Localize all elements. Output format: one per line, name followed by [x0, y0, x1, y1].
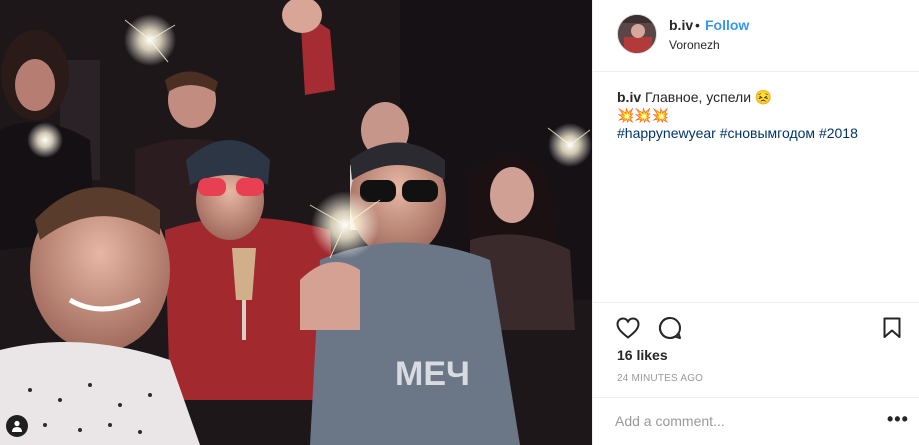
post-header: b.iv • Follow Voronezh [593, 0, 919, 72]
header-username[interactable]: b.iv [669, 17, 693, 33]
user-tag-button[interactable] [6, 415, 28, 437]
party-selfie-image: МЕЧ [0, 0, 592, 445]
header-separator: • [695, 17, 700, 33]
hashtag-link[interactable]: #happynewyear [617, 125, 716, 141]
location-link[interactable]: Voronezh [669, 38, 720, 52]
avatar[interactable] [617, 14, 657, 54]
post-caption: b.iv Главное, успели 😣 💥💥💥 #happynewyear… [617, 88, 897, 142]
heart-icon [616, 317, 640, 339]
comment-bubble-icon [658, 316, 681, 339]
post-photo[interactable]: МЕЧ [0, 0, 592, 445]
post-timestamp[interactable]: 24 MINUTES AGO [617, 373, 703, 384]
svg-text:МЕЧ: МЕЧ [395, 355, 470, 393]
caption-emoji-line: 💥💥💥 [617, 107, 670, 123]
avatar-image [618, 15, 656, 53]
instagram-post: МЕЧ b.iv • Follow Voronezh b.iv Главное,… [0, 0, 919, 445]
post-side-panel: b.iv • Follow Voronezh b.iv Главное, усп… [592, 0, 919, 445]
caption-username[interactable]: b.iv [617, 89, 641, 105]
caption-hashtags: #happynewyear #сновымгодом #2018 [617, 124, 897, 142]
hashtag-link[interactable]: #2018 [819, 125, 858, 141]
comment-button[interactable] [657, 315, 683, 341]
caption-text: Главное, успели 😣 [645, 89, 773, 105]
post-actions [593, 302, 919, 347]
like-button[interactable] [615, 315, 641, 341]
follow-button[interactable]: Follow [705, 17, 749, 33]
comment-input[interactable] [615, 410, 865, 432]
like-count[interactable]: 16 likes [617, 347, 668, 363]
bookmark-icon [883, 317, 901, 338]
comment-bar: ••• [593, 397, 919, 445]
more-options-button[interactable]: ••• [887, 410, 909, 428]
user-tag-icon [12, 420, 22, 432]
hashtag-link[interactable]: #сновымгодом [720, 125, 815, 141]
save-button[interactable] [879, 315, 905, 341]
